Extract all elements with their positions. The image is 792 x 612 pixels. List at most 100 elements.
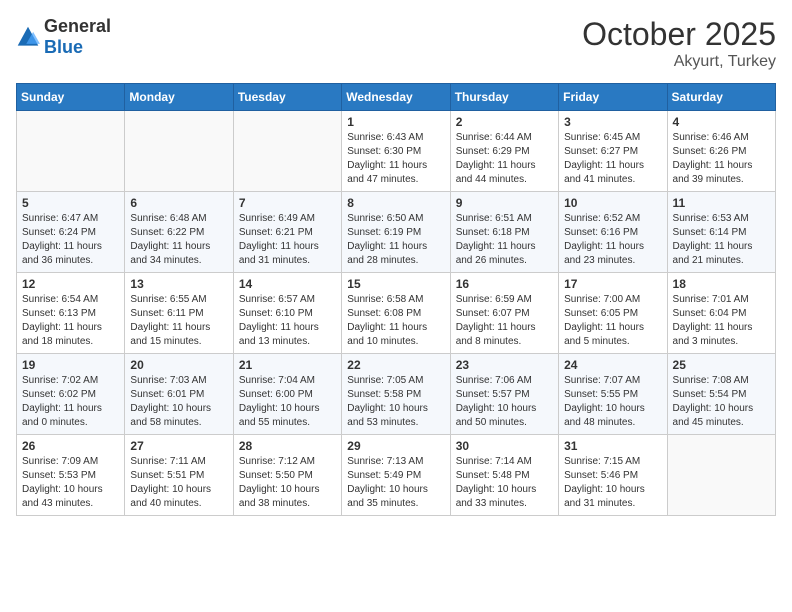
day-number: 12: [22, 277, 119, 291]
day-info: Sunrise: 7:13 AM Sunset: 5:49 PM Dayligh…: [347, 455, 444, 511]
calendar-cell: 31 Sunrise: 7:15 AM Sunset: 5:46 PM Dayli…: [559, 435, 667, 516]
page-header: General Blue October 2025 Akyurt, Turkey: [16, 16, 776, 71]
day-info: Sunrise: 6:52 AM Sunset: 6:16 PM Dayligh…: [564, 212, 661, 268]
calendar-cell: 2 Sunrise: 6:44 AM Sunset: 6:29 PM Daylig…: [450, 111, 558, 192]
calendar-cell: 26 Sunrise: 7:09 AM Sunset: 5:53 PM Dayli…: [17, 435, 125, 516]
day-number: 1: [347, 115, 444, 129]
calendar-cell: 7Sunrise: 6:49 AM Sunset: 6:21 PM Daylig…: [233, 192, 341, 273]
calendar-cell: 13 Sunrise: 6:55 AM Sunset: 6:11 PM Dayli…: [125, 273, 233, 354]
calendar-week-row: 1 Sunrise: 6:43 AM Sunset: 6:30 PM Daylig…: [17, 111, 776, 192]
calendar-cell: 12Sunrise: 6:54 AM Sunset: 6:13 PM Dayli…: [17, 273, 125, 354]
day-info: Sunrise: 7:14 AM Sunset: 5:48 PM Dayligh…: [456, 455, 553, 511]
calendar-cell: 23 Sunrise: 7:06 AM Sunset: 5:57 PM Dayli…: [450, 354, 558, 435]
day-number: 17: [564, 277, 661, 291]
calendar-week-row: 5Sunrise: 6:47 AM Sunset: 6:24 PM Daylig…: [17, 192, 776, 273]
calendar-cell: 5Sunrise: 6:47 AM Sunset: 6:24 PM Daylig…: [17, 192, 125, 273]
calendar-cell: 24 Sunrise: 7:07 AM Sunset: 5:55 PM Dayli…: [559, 354, 667, 435]
calendar-week-row: 19 Sunrise: 7:02 AM Sunset: 6:02 PM Dayli…: [17, 354, 776, 435]
day-number: 11: [673, 196, 770, 210]
day-info: Sunrise: 6:49 AM Sunset: 6:21 PM Dayligh…: [239, 212, 336, 268]
weekday-header-monday: Monday: [125, 84, 233, 111]
day-info: Sunrise: 6:45 AM Sunset: 6:27 PM Dayligh…: [564, 131, 661, 187]
calendar-cell: 1 Sunrise: 6:43 AM Sunset: 6:30 PM Daylig…: [342, 111, 450, 192]
day-number: 16: [456, 277, 553, 291]
calendar-table: SundayMondayTuesdayWednesdayThursdayFrid…: [16, 83, 776, 516]
weekday-header-wednesday: Wednesday: [342, 84, 450, 111]
day-number: 2: [456, 115, 553, 129]
calendar-cell: 22Sunrise: 7:05 AM Sunset: 5:58 PM Dayli…: [342, 354, 450, 435]
day-number: 31: [564, 439, 661, 453]
calendar-cell: 29Sunrise: 7:13 AM Sunset: 5:49 PM Dayli…: [342, 435, 450, 516]
weekday-header-tuesday: Tuesday: [233, 84, 341, 111]
calendar-cell: 28Sunrise: 7:12 AM Sunset: 5:50 PM Dayli…: [233, 435, 341, 516]
calendar-cell: 4 Sunrise: 6:46 AM Sunset: 6:26 PM Daylig…: [667, 111, 775, 192]
day-number: 24: [564, 358, 661, 372]
day-number: 13: [130, 277, 227, 291]
day-number: 25: [673, 358, 770, 372]
weekday-header-thursday: Thursday: [450, 84, 558, 111]
calendar-cell: [667, 435, 775, 516]
calendar-cell: 10Sunrise: 6:52 AM Sunset: 6:16 PM Dayli…: [559, 192, 667, 273]
day-info: Sunrise: 7:09 AM Sunset: 5:53 PM Dayligh…: [22, 455, 119, 511]
calendar-cell: 30Sunrise: 7:14 AM Sunset: 5:48 PM Dayli…: [450, 435, 558, 516]
day-info: Sunrise: 7:04 AM Sunset: 6:00 PM Dayligh…: [239, 374, 336, 430]
day-info: Sunrise: 6:46 AM Sunset: 6:26 PM Dayligh…: [673, 131, 770, 187]
calendar-cell: 14 Sunrise: 6:57 AM Sunset: 6:10 PM Dayli…: [233, 273, 341, 354]
day-number: 15: [347, 277, 444, 291]
calendar-cell: 16Sunrise: 6:59 AM Sunset: 6:07 PM Dayli…: [450, 273, 558, 354]
calendar-cell: 19 Sunrise: 7:02 AM Sunset: 6:02 PM Dayli…: [17, 354, 125, 435]
day-info: Sunrise: 6:44 AM Sunset: 6:29 PM Dayligh…: [456, 131, 553, 187]
day-info: Sunrise: 6:43 AM Sunset: 6:30 PM Dayligh…: [347, 131, 444, 187]
day-info: Sunrise: 6:57 AM Sunset: 6:10 PM Dayligh…: [239, 293, 336, 349]
calendar-cell: 21 Sunrise: 7:04 AM Sunset: 6:00 PM Dayli…: [233, 354, 341, 435]
title-block: October 2025 Akyurt, Turkey: [582, 16, 776, 71]
day-number: 21: [239, 358, 336, 372]
day-info: Sunrise: 6:50 AM Sunset: 6:19 PM Dayligh…: [347, 212, 444, 268]
day-number: 26: [22, 439, 119, 453]
day-number: 4: [673, 115, 770, 129]
calendar-cell: [233, 111, 341, 192]
day-info: Sunrise: 7:11 AM Sunset: 5:51 PM Dayligh…: [130, 455, 227, 511]
day-number: 3: [564, 115, 661, 129]
day-info: Sunrise: 6:48 AM Sunset: 6:22 PM Dayligh…: [130, 212, 227, 268]
calendar-cell: [125, 111, 233, 192]
day-info: Sunrise: 6:55 AM Sunset: 6:11 PM Dayligh…: [130, 293, 227, 349]
day-number: 14: [239, 277, 336, 291]
calendar-header-row: SundayMondayTuesdayWednesdayThursdayFrid…: [17, 84, 776, 111]
calendar-cell: [17, 111, 125, 192]
weekday-header-sunday: Sunday: [17, 84, 125, 111]
logo-icon: [16, 25, 40, 49]
calendar-cell: 27 Sunrise: 7:11 AM Sunset: 5:51 PM Dayli…: [125, 435, 233, 516]
calendar-cell: 3 Sunrise: 6:45 AM Sunset: 6:27 PM Daylig…: [559, 111, 667, 192]
day-number: 19: [22, 358, 119, 372]
weekday-header-saturday: Saturday: [667, 84, 775, 111]
day-number: 28: [239, 439, 336, 453]
calendar-cell: 20Sunrise: 7:03 AM Sunset: 6:01 PM Dayli…: [125, 354, 233, 435]
day-info: Sunrise: 7:06 AM Sunset: 5:57 PM Dayligh…: [456, 374, 553, 430]
month-title: October 2025: [582, 16, 776, 53]
calendar-cell: 15 Sunrise: 6:58 AM Sunset: 6:08 PM Dayli…: [342, 273, 450, 354]
day-info: Sunrise: 7:05 AM Sunset: 5:58 PM Dayligh…: [347, 374, 444, 430]
day-number: 8: [347, 196, 444, 210]
day-number: 20: [130, 358, 227, 372]
logo-blue-text: Blue: [44, 37, 83, 57]
day-number: 27: [130, 439, 227, 453]
calendar-cell: 9 Sunrise: 6:51 AM Sunset: 6:18 PM Daylig…: [450, 192, 558, 273]
day-info: Sunrise: 6:47 AM Sunset: 6:24 PM Dayligh…: [22, 212, 119, 268]
logo-general-text: General: [44, 16, 111, 36]
day-info: Sunrise: 7:01 AM Sunset: 6:04 PM Dayligh…: [673, 293, 770, 349]
day-number: 18: [673, 277, 770, 291]
day-info: Sunrise: 6:58 AM Sunset: 6:08 PM Dayligh…: [347, 293, 444, 349]
day-number: 6: [130, 196, 227, 210]
logo: General Blue: [16, 16, 111, 58]
day-info: Sunrise: 7:07 AM Sunset: 5:55 PM Dayligh…: [564, 374, 661, 430]
day-info: Sunrise: 7:02 AM Sunset: 6:02 PM Dayligh…: [22, 374, 119, 430]
calendar-cell: 17Sunrise: 7:00 AM Sunset: 6:05 PM Dayli…: [559, 273, 667, 354]
day-number: 23: [456, 358, 553, 372]
day-info: Sunrise: 7:15 AM Sunset: 5:46 PM Dayligh…: [564, 455, 661, 511]
calendar-cell: 8 Sunrise: 6:50 AM Sunset: 6:19 PM Daylig…: [342, 192, 450, 273]
calendar-week-row: 26 Sunrise: 7:09 AM Sunset: 5:53 PM Dayli…: [17, 435, 776, 516]
day-info: Sunrise: 6:51 AM Sunset: 6:18 PM Dayligh…: [456, 212, 553, 268]
day-info: Sunrise: 7:08 AM Sunset: 5:54 PM Dayligh…: [673, 374, 770, 430]
day-number: 9: [456, 196, 553, 210]
